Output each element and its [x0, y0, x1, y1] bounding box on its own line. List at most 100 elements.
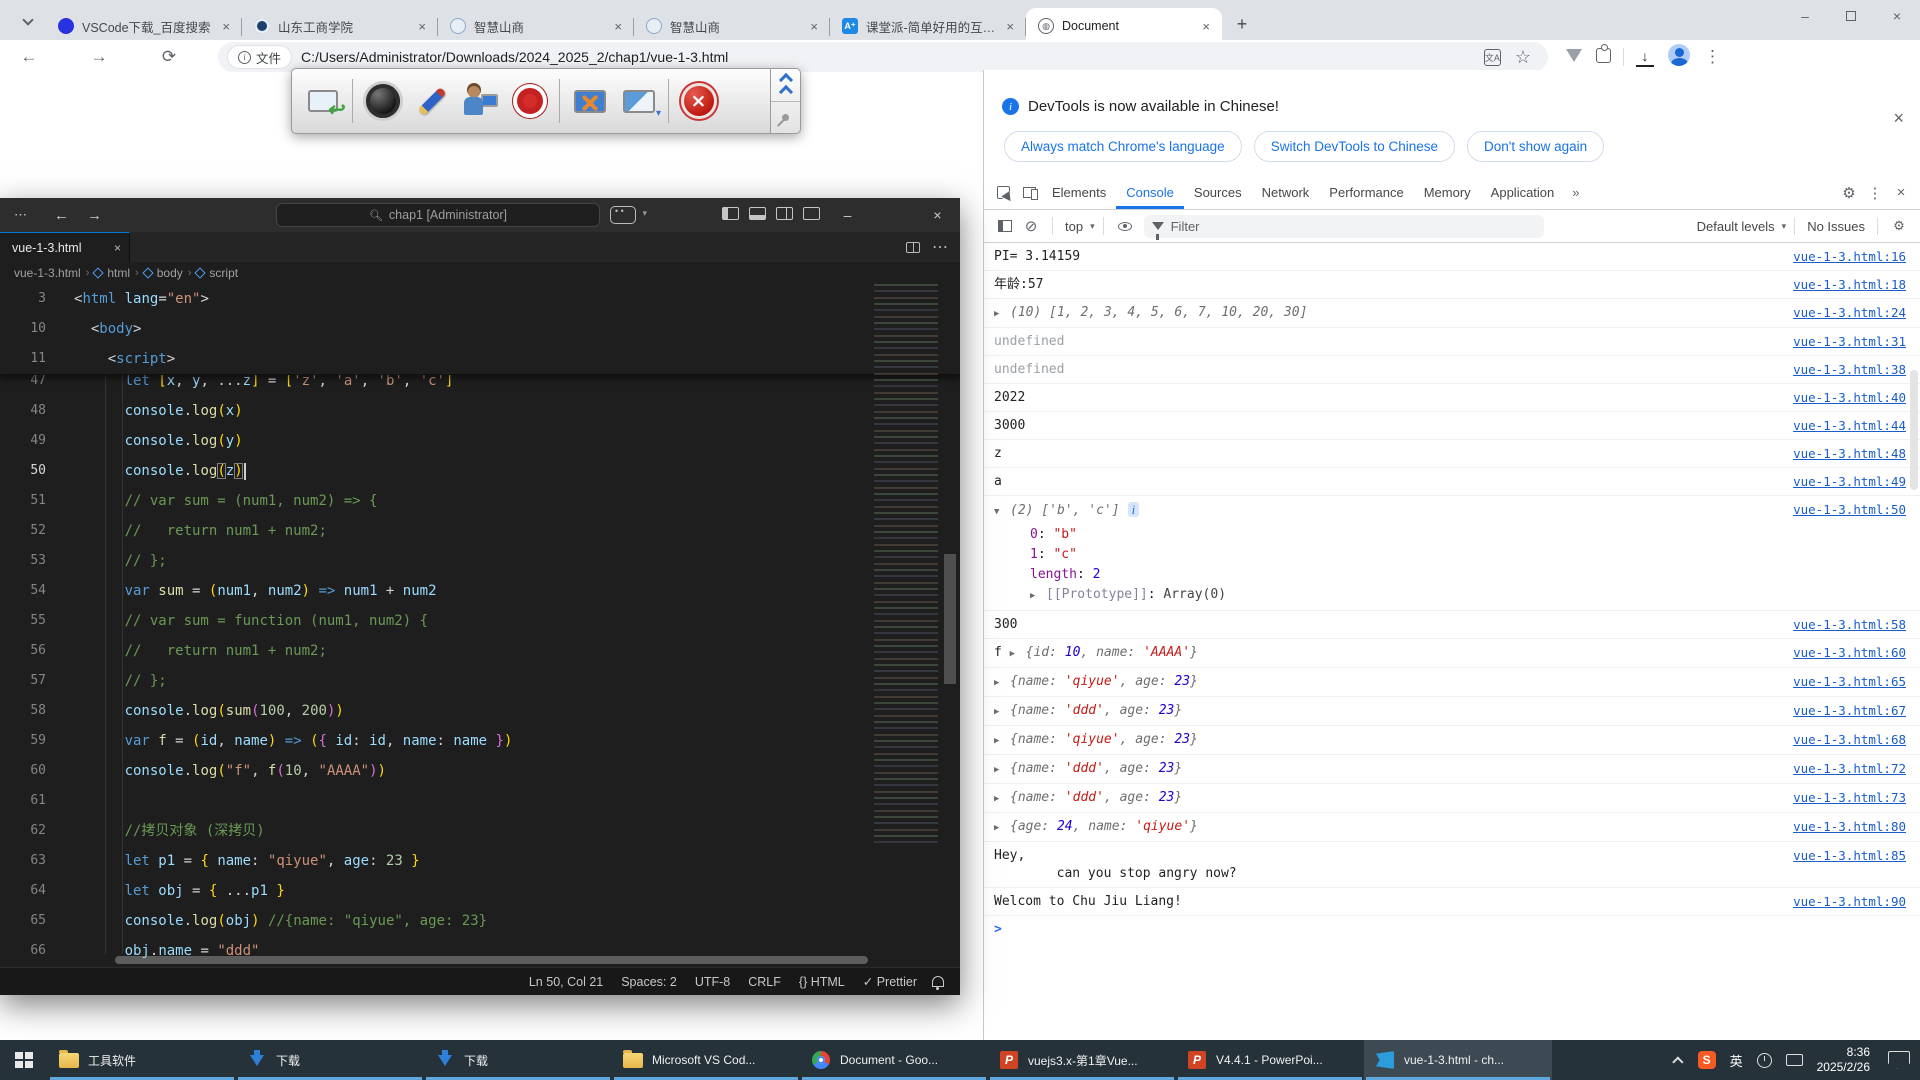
taskbar-item[interactable]: 下载	[424, 1040, 612, 1080]
split-editor-icon[interactable]	[906, 242, 920, 253]
source-link[interactable]: vue-1-3.html:85	[1793, 847, 1906, 865]
tab-close-icon[interactable]: ×	[1198, 19, 1214, 34]
source-link[interactable]: vue-1-3.html:48	[1793, 445, 1906, 463]
breadcrumb-item-body[interactable]: body	[144, 266, 183, 280]
tab-close-icon[interactable]: ×	[610, 19, 626, 34]
devtools-tab-performance[interactable]: Performance	[1319, 176, 1413, 209]
action-center-icon[interactable]	[1888, 1051, 1910, 1069]
code-line-58[interactable]: 58 console.log(sum(100, 200))	[0, 696, 960, 726]
devtools-kebab-icon[interactable]: ⋮	[1862, 184, 1888, 202]
status-item[interactable]: Ln 50, Col 21	[520, 975, 612, 989]
ime-language-indicator[interactable]: 英	[1730, 1051, 1743, 1070]
taskbar-item[interactable]: Microsoft VS Cod...	[612, 1040, 800, 1080]
code-line-55[interactable]: 55 // var sum = function (num1, num2) {	[0, 606, 960, 636]
minimize-button[interactable]: –	[1782, 0, 1828, 32]
stop-close-button[interactable]: ×	[674, 75, 723, 127]
code-line-56[interactable]: 56 // return num1 + num2;	[0, 636, 960, 666]
annotate-pencil-button[interactable]	[407, 75, 456, 127]
source-link[interactable]: vue-1-3.html:18	[1793, 276, 1906, 294]
context-selector[interactable]: top	[1065, 219, 1083, 234]
tray-clock-icon[interactable]	[1757, 1053, 1772, 1068]
source-link[interactable]: vue-1-3.html:44	[1793, 417, 1906, 435]
issues-counter[interactable]: No Issues	[1807, 219, 1865, 234]
expand-caret-icon[interactable]: ▶	[994, 674, 1010, 692]
tab-close-icon[interactable]: ×	[414, 19, 430, 34]
source-link[interactable]: vue-1-3.html:50	[1793, 501, 1906, 519]
minimap[interactable]	[874, 284, 938, 844]
code-line-60[interactable]: 60 console.log("f", f(10, "AAAA"))	[0, 756, 960, 786]
source-link[interactable]: vue-1-3.html:24	[1793, 304, 1906, 322]
code-line-50[interactable]: 50 console.log(z)	[0, 456, 960, 486]
maximize-button[interactable]	[1828, 0, 1874, 32]
code-line-59[interactable]: 59 var f = (id, name) => ({ id: id, name…	[0, 726, 960, 756]
source-link[interactable]: vue-1-3.html:68	[1793, 731, 1906, 749]
code-line-52[interactable]: 52 // return num1 + num2;	[0, 516, 960, 546]
toggle-sidebar-icon[interactable]	[722, 207, 739, 220]
browser-tab[interactable]: 智慧山商×	[634, 8, 830, 44]
code-line-3[interactable]: 3<html lang="en">	[0, 284, 960, 314]
taskbar-item[interactable]: vue-1-3.html - ch...	[1364, 1040, 1552, 1080]
fullscreen-button[interactable]	[565, 75, 614, 127]
browser-tab[interactable]: A⁺课堂派-简单好用的互动课堂管理×	[830, 8, 1026, 44]
record-button[interactable]	[505, 75, 554, 127]
expand-caret-icon[interactable]: ▶	[994, 305, 1010, 323]
expand-caret-icon[interactable]: ▶	[994, 732, 1010, 750]
devtools-scrollbar[interactable]	[1910, 370, 1918, 490]
code-line-10[interactable]: 10 <body>	[0, 314, 960, 344]
devtools-tab-memory[interactable]: Memory	[1414, 176, 1481, 209]
pin-toolbar-button[interactable]	[771, 102, 800, 134]
status-item[interactable]: CRLF	[739, 975, 790, 989]
breadcrumb-item-vue13html[interactable]: vue-1-3.html	[14, 266, 81, 280]
editor-horizontal-scrollbar[interactable]	[115, 956, 868, 964]
source-link[interactable]: vue-1-3.html:31	[1793, 333, 1906, 351]
editor-tab-vue-1-3[interactable]: vue-1-3.html ×	[0, 232, 130, 262]
browser-tab[interactable]: 山东工商学院×	[242, 8, 438, 44]
taskbar-item[interactable]: Document - Goo...	[800, 1040, 988, 1080]
reload-button[interactable]: ⟳	[154, 47, 184, 67]
tab-close-icon[interactable]: ×	[806, 19, 822, 34]
expand-caret-icon[interactable]: ▶	[994, 703, 1010, 721]
source-link[interactable]: vue-1-3.html:65	[1793, 673, 1906, 691]
banner-close-icon[interactable]: ×	[1893, 108, 1904, 129]
source-link[interactable]: vue-1-3.html:73	[1793, 789, 1906, 807]
status-item[interactable]: ✓ Prettier	[854, 974, 926, 989]
customize-layout-icon[interactable]	[803, 207, 820, 220]
status-item[interactable]: {} HTML	[790, 975, 854, 989]
region-select-button[interactable]: ▾	[614, 75, 663, 127]
source-link[interactable]: vue-1-3.html:60	[1793, 644, 1906, 662]
collapse-toolbar-button[interactable]	[771, 69, 800, 102]
tab-close-icon[interactable]: ×	[1002, 19, 1018, 34]
toggle-panel-icon[interactable]	[749, 207, 766, 220]
code-line-63[interactable]: 63 let p1 = { name: "qiyue", age: 23 }	[0, 846, 960, 876]
source-link[interactable]: vue-1-3.html:80	[1793, 818, 1906, 836]
start-button[interactable]	[0, 1040, 48, 1080]
code-line-61[interactable]: 61	[0, 786, 960, 816]
vscode-command-center[interactable]: 🔍︎ chap1 [Administrator]	[276, 203, 600, 227]
browser-tab[interactable]: 智慧山商×	[438, 8, 634, 44]
banner-button[interactable]: Don't show again	[1467, 131, 1604, 162]
console-prompt[interactable]: >	[984, 916, 1920, 937]
vscode-close-button[interactable]: ×	[915, 198, 960, 232]
vscode-back-icon[interactable]: ←	[54, 207, 69, 224]
open-window-button[interactable]	[298, 75, 347, 127]
code-line-65[interactable]: 65 console.log(obj) //{name: "qiyue", ag…	[0, 906, 960, 936]
breadcrumb-item-script[interactable]: script	[196, 266, 238, 280]
forward-button[interactable]: →	[84, 47, 114, 67]
source-link[interactable]: vue-1-3.html:49	[1793, 473, 1906, 491]
extensions-puzzle-icon[interactable]	[1596, 48, 1611, 67]
source-link[interactable]: vue-1-3.html:72	[1793, 760, 1906, 778]
close-button[interactable]: ×	[1874, 0, 1920, 32]
touch-keyboard-icon[interactable]	[1786, 1054, 1803, 1066]
new-tab-button[interactable]: +	[1228, 10, 1256, 38]
browser-tab[interactable]: VSCode下载_百度搜索×	[46, 8, 242, 44]
downloads-icon[interactable]: ↓	[1636, 48, 1654, 67]
vscode-menu-button[interactable]: ⋯	[14, 207, 28, 223]
code-editor[interactable]: 3<html lang="en">10 <body>11 <script> 47…	[0, 284, 960, 967]
bookmark-star-icon[interactable]: ☆	[1515, 47, 1531, 68]
expand-caret-icon[interactable]: ▶	[1030, 586, 1046, 606]
device-toolbar-icon[interactable]	[1016, 176, 1042, 209]
devtools-tab-application[interactable]: Application	[1481, 176, 1565, 209]
editor-actions-kebab[interactable]: ⋯	[932, 237, 948, 257]
code-line-57[interactable]: 57 // };	[0, 666, 960, 696]
clear-console-icon[interactable]: ⊘	[1018, 210, 1044, 242]
